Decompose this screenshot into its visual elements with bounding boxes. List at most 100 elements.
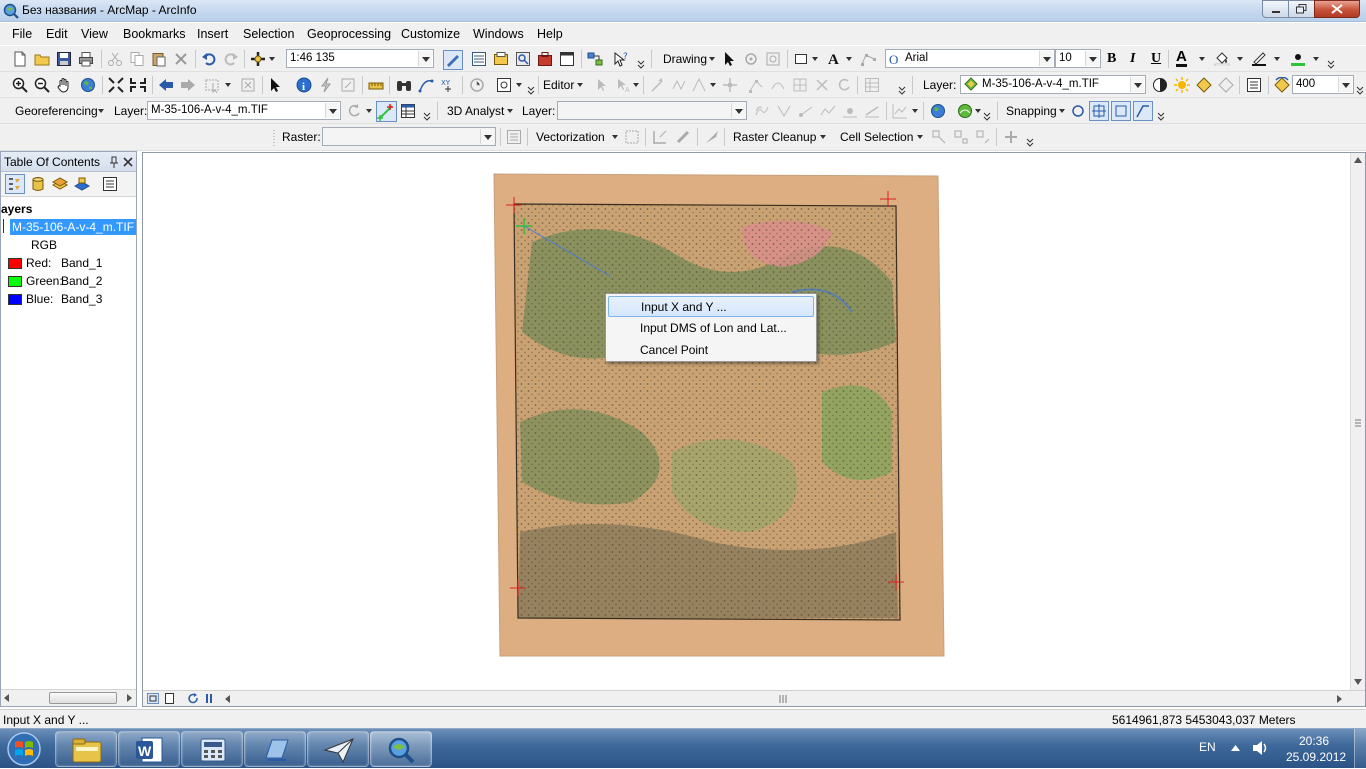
menu-view[interactable]: View (81, 27, 108, 41)
raster-cleanup-menu-button[interactable]: Raster Cleanup (733, 130, 816, 144)
go-to-xy-icon[interactable]: XY (440, 77, 456, 93)
raster-painting-icon[interactable] (675, 129, 691, 145)
snapping-dropdown-arrow[interactable] (1059, 109, 1065, 113)
scroll-right-icon[interactable] (127, 694, 133, 702)
edit-vertices-icon[interactable] (860, 51, 876, 67)
new-document-icon[interactable] (12, 51, 28, 67)
scroll-right-icon[interactable] (1337, 695, 1343, 703)
contour-icon[interactable] (754, 103, 770, 119)
add-control-points-icon[interactable] (376, 101, 397, 122)
chevron-down-icon[interactable] (1085, 51, 1099, 66)
cell-selection-menu-button[interactable]: Cell Selection (840, 130, 913, 144)
print-icon[interactable] (78, 51, 94, 67)
taskbar-explorer-button[interactable] (55, 731, 117, 767)
3d-analyst-menu-button[interactable]: 3D Analyst (447, 104, 504, 118)
interpolate-point-icon[interactable] (842, 103, 858, 119)
taskbar-calculator-button[interactable] (181, 731, 243, 767)
map-vertical-scrollbar[interactable] (1350, 153, 1365, 691)
trace-icon[interactable] (671, 77, 687, 93)
taskbar-word-button[interactable]: W (118, 731, 180, 767)
steepest-path-icon[interactable] (776, 103, 792, 119)
drawing-menu-button[interactable]: Drawing (663, 52, 707, 66)
paste-icon[interactable] (151, 51, 167, 67)
effects-toolbar-icon[interactable] (1246, 77, 1262, 93)
measure-icon[interactable] (368, 77, 384, 93)
input-language-indicator[interactable]: EN (1199, 740, 1216, 754)
brightness-icon[interactable] (1174, 77, 1190, 93)
whats-this-help-icon[interactable]: ? (613, 51, 629, 67)
arcglobe-icon[interactable] (930, 103, 946, 119)
save-icon[interactable] (56, 51, 72, 67)
search-window-icon[interactable] (515, 51, 531, 67)
menu-insert[interactable]: Insert (197, 27, 228, 41)
toc-options-icon[interactable] (102, 176, 118, 192)
list-by-visibility-icon[interactable] (52, 176, 68, 192)
create-viewer-window-icon[interactable] (496, 77, 512, 93)
select-connected-cells-icon[interactable] (931, 129, 947, 145)
toolbar-overflow-icon[interactable] (898, 84, 906, 95)
undo-icon[interactable] (201, 51, 217, 67)
viewer-dropdown-arrow[interactable] (516, 83, 522, 87)
data-view-icon[interactable] (164, 693, 176, 704)
list-by-selection-icon[interactable] (74, 176, 90, 192)
construction-tools-icon[interactable] (691, 77, 707, 93)
annotation-dropdown-arrow[interactable] (633, 83, 639, 87)
font-color-dropdown-arrow[interactable] (1199, 57, 1205, 61)
select-by-attribute-cells-icon[interactable] (975, 129, 991, 145)
rotation-value-combo[interactable]: 400 (1292, 75, 1354, 94)
transparency-icon[interactable] (1196, 77, 1212, 93)
toolbar-overflow-icon[interactable] (1327, 58, 1335, 69)
select-pointer-icon[interactable] (268, 77, 284, 93)
edge-snapping-icon[interactable] (1133, 101, 1153, 121)
underline-button[interactable]: U (1151, 51, 1161, 67)
italic-button[interactable]: I (1130, 51, 1135, 67)
straight-segment-icon[interactable] (650, 77, 666, 93)
cell-selection-dropdown-arrow[interactable] (917, 135, 923, 139)
taskbar-arcglobe-button[interactable] (307, 731, 369, 767)
menu-selection[interactable]: Selection (243, 27, 294, 41)
font-name-combo[interactable]: O Arial (885, 49, 1055, 68)
fixed-zoom-out-icon[interactable] (130, 77, 146, 93)
scroll-left-icon[interactable] (225, 695, 231, 703)
layer-visibility-checkbox[interactable] (3, 219, 4, 233)
georeferencing-menu-button[interactable]: Georeferencing (15, 104, 98, 118)
menu-edit[interactable]: Edit (46, 27, 68, 41)
select-features-icon[interactable] (205, 77, 221, 93)
show-desktop-button[interactable] (1354, 729, 1366, 769)
open-folder-icon[interactable] (34, 51, 50, 67)
chevron-down-icon[interactable] (1039, 51, 1053, 66)
fill-color-dropdown-arrow[interactable] (1237, 57, 1243, 61)
toolbar-overflow-icon[interactable] (527, 84, 535, 95)
menu-windows[interactable]: Windows (473, 27, 524, 41)
zoom-in-icon[interactable] (12, 77, 28, 93)
drawing-dropdown-arrow[interactable] (709, 57, 715, 61)
chevron-down-icon[interactable] (1130, 77, 1144, 92)
redo-icon[interactable] (223, 51, 239, 67)
catalog-icon[interactable] (493, 51, 509, 67)
rotate-raster-dropdown-arrow[interactable] (366, 109, 372, 113)
raster-cleanup-icon[interactable] (704, 129, 720, 145)
snapping-menu-button[interactable]: Snapping (1006, 104, 1057, 118)
raster-layer-combo[interactable] (322, 127, 496, 146)
toolbar-overflow-icon[interactable] (1356, 84, 1364, 95)
start-button-windows-icon[interactable] (6, 731, 42, 767)
map-display[interactable] (142, 152, 1366, 707)
menu-bookmarks[interactable]: Bookmarks (123, 27, 186, 41)
menu-geoprocessing[interactable]: Geoprocessing (307, 27, 391, 41)
generate-features-icon[interactable] (624, 129, 640, 145)
georeferencing-dropdown-arrow[interactable] (98, 109, 104, 113)
pause-drawing-icon[interactable] (205, 694, 213, 703)
full-extent-globe-icon[interactable] (80, 77, 96, 93)
zoom-out-icon[interactable] (34, 77, 50, 93)
interpolate-line-icon[interactable] (864, 103, 880, 119)
editor-menu-button[interactable]: Editor (543, 78, 574, 92)
layers-data-frame[interactable]: ayers (1, 202, 32, 216)
go-forward-extent-icon[interactable] (180, 77, 196, 93)
midpoint-icon[interactable] (722, 77, 738, 93)
georef-layer-combo[interactable]: M-35-106-A-v-4_m.TIF (147, 101, 341, 120)
chevron-down-icon[interactable] (731, 103, 745, 118)
clock-time[interactable]: 20:36 (1299, 734, 1329, 748)
rectangle-icon[interactable] (793, 51, 809, 67)
vectorization-dropdown-arrow[interactable] (612, 135, 618, 139)
menu-customize[interactable]: Customize (401, 27, 460, 41)
